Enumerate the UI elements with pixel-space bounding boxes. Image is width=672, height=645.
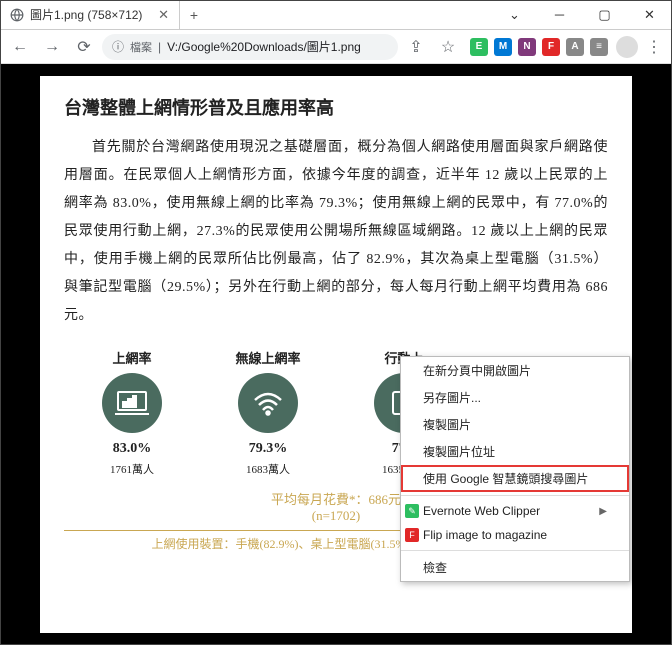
stat-count: 1683萬人	[200, 461, 336, 477]
ctx-separator	[401, 550, 629, 551]
ctx-inspect[interactable]: 檢查	[401, 554, 629, 581]
globe-icon	[10, 8, 24, 22]
extension-icons: E M N F A ≡	[466, 38, 612, 56]
url-scheme-label: 檔案	[130, 39, 152, 55]
ctx-evernote-label: Evernote Web Clipper	[423, 504, 540, 518]
stat-count: 1761萬人	[64, 461, 200, 477]
window-controls: ⌄ ─ ▢ ✕	[492, 0, 672, 29]
ctx-copy-image[interactable]: 複製圖片	[401, 411, 629, 438]
stat-block: 上網率 83.0% 1761萬人	[64, 348, 200, 477]
wifi-icon	[238, 373, 298, 433]
page-heading: 台灣整體上網情形普及且應用率高	[64, 94, 608, 120]
flipboard-extension-icon[interactable]: F	[542, 38, 560, 56]
sample-size-text: (n=1702)	[312, 508, 361, 523]
bookmark-star-icon[interactable]: ☆	[434, 33, 462, 61]
window-dropdown-icon[interactable]: ⌄	[492, 0, 537, 29]
reload-button[interactable]: ⟳	[70, 33, 98, 61]
flipboard-icon: F	[405, 528, 419, 542]
browser-menu-icon[interactable]: ⋮	[642, 37, 666, 57]
ctx-google-lens-search[interactable]: 使用 Google 智慧鏡頭搜尋圖片	[401, 465, 629, 492]
back-button[interactable]: ←	[6, 33, 34, 61]
extension-icon[interactable]: ≡	[590, 38, 608, 56]
stat-label: 無線上網率	[200, 348, 336, 367]
ctx-copy-image-address[interactable]: 複製圖片位址	[401, 438, 629, 465]
url-path: V:/Google%20Downloads/圖片1.png	[167, 38, 361, 55]
titlebar: 圖片1.png (758×712) ✕ + ⌄ ─ ▢ ✕	[0, 0, 672, 30]
profile-avatar[interactable]	[616, 36, 638, 58]
ctx-open-new-tab[interactable]: 在新分頁中開啟圖片	[401, 357, 629, 384]
tab-close-icon[interactable]: ✕	[158, 7, 169, 23]
extension-icon[interactable]: A	[566, 38, 584, 56]
forward-button[interactable]: →	[38, 33, 66, 61]
share-icon[interactable]: ⇪	[402, 33, 430, 61]
info-icon: ⓘ	[112, 38, 124, 55]
stat-percent: 79.3%	[200, 441, 336, 457]
laptop-chart-icon	[102, 373, 162, 433]
new-tab-button[interactable]: +	[180, 0, 208, 29]
submenu-arrow-icon: ▶	[599, 506, 607, 517]
ctx-save-image-as[interactable]: 另存圖片...	[401, 384, 629, 411]
stat-label: 上網率	[64, 348, 200, 367]
tab-title: 圖片1.png (758×712)	[30, 6, 152, 23]
address-bar[interactable]: ⓘ 檔案 | V:/Google%20Downloads/圖片1.png	[102, 34, 398, 60]
stat-block: 無線上網率 79.3% 1683萬人	[200, 348, 336, 477]
window-minimize-button[interactable]: ─	[537, 0, 582, 29]
evernote-icon: ✎	[405, 504, 419, 518]
avg-cost-text: 平均每月花費*：686元	[271, 492, 401, 507]
page-paragraph: 首先關於台灣網路使用現況之基礎層面，概分為個人網路使用層面與家戶網路使用層面。在…	[64, 134, 608, 330]
evernote-extension-icon[interactable]: E	[470, 38, 488, 56]
context-menu: 在新分頁中開啟圖片 另存圖片... 複製圖片 複製圖片位址 使用 Google …	[400, 356, 630, 582]
window-maximize-button[interactable]: ▢	[582, 0, 627, 29]
window-close-button[interactable]: ✕	[627, 0, 672, 29]
stat-percent: 83.0%	[64, 441, 200, 457]
ctx-separator	[401, 495, 629, 496]
extension-icon[interactable]: M	[494, 38, 512, 56]
onenote-extension-icon[interactable]: N	[518, 38, 536, 56]
ctx-flipboard[interactable]: F Flip image to magazine	[401, 523, 629, 547]
ctx-evernote-clipper[interactable]: ✎ Evernote Web Clipper ▶	[401, 499, 629, 523]
browser-tab[interactable]: 圖片1.png (758×712) ✕	[0, 0, 180, 29]
ctx-flipboard-label: Flip image to magazine	[423, 528, 547, 542]
toolbar: ← → ⟳ ⓘ 檔案 | V:/Google%20Downloads/圖片1.p…	[0, 30, 672, 64]
url-divider: |	[158, 40, 161, 54]
